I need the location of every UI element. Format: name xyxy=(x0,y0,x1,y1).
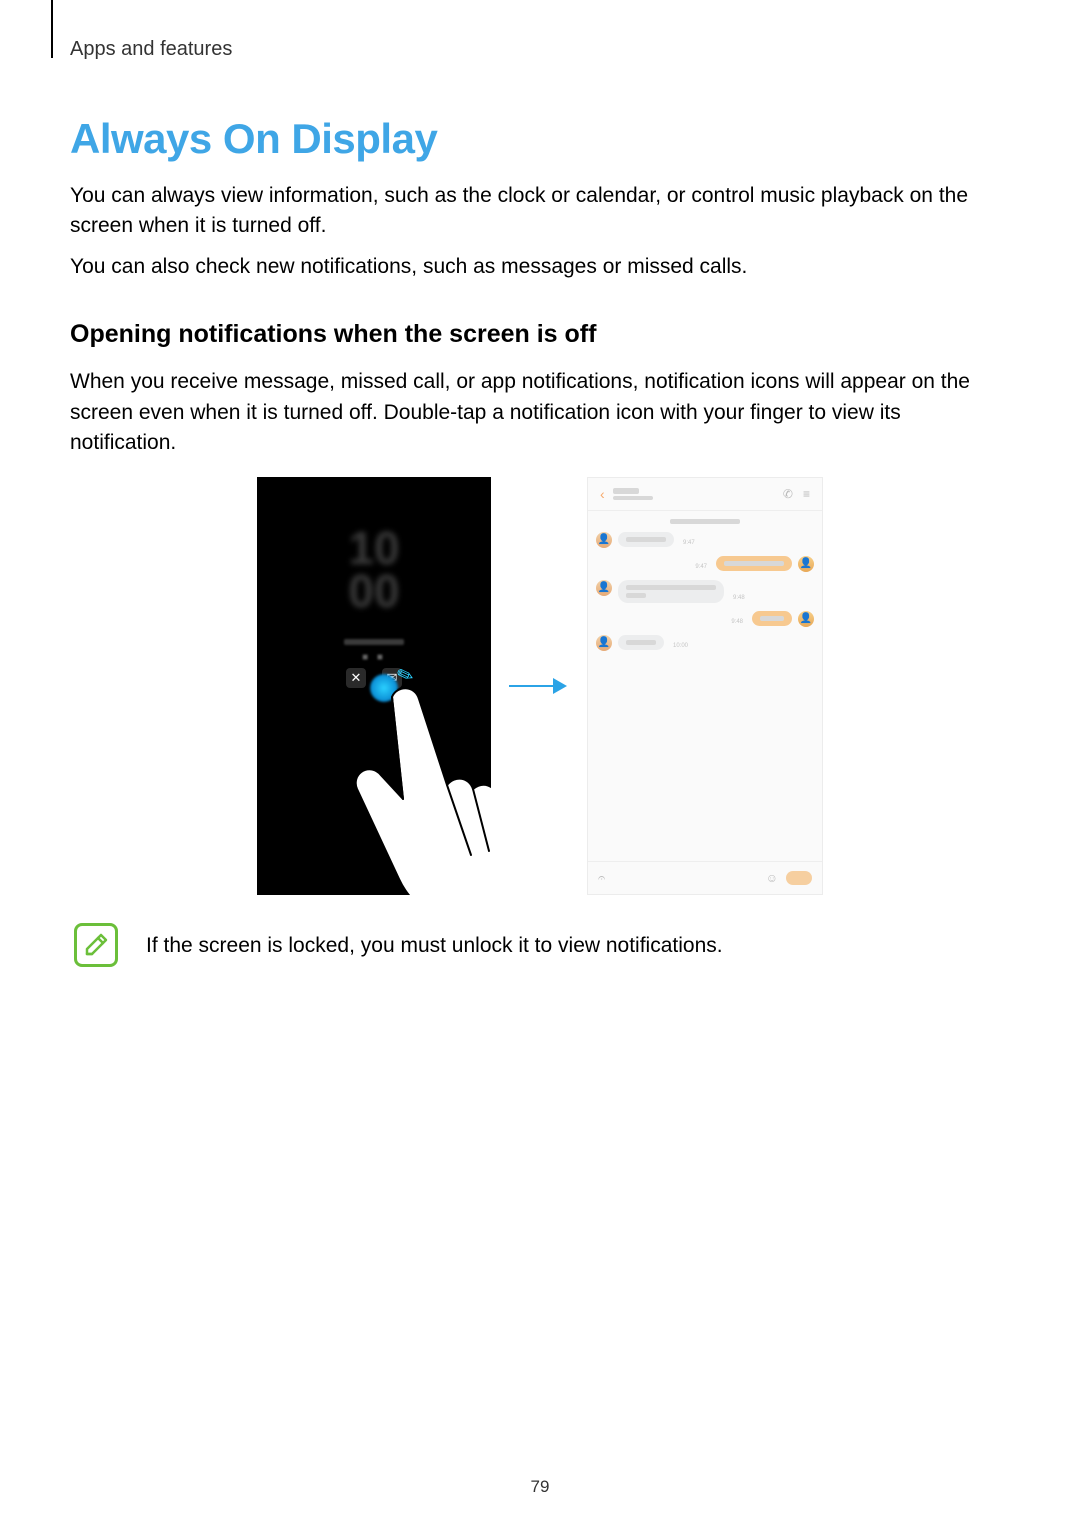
avatar: 👤 xyxy=(798,611,814,627)
avatar: 👤 xyxy=(798,556,814,572)
note-icon xyxy=(74,923,118,967)
message-bubble xyxy=(618,635,664,650)
note-callout: If the screen is locked, you must unlock… xyxy=(74,923,1010,967)
message-bubble xyxy=(618,580,724,603)
avatar: 👤 xyxy=(596,580,612,596)
side-rule xyxy=(51,0,53,58)
aod-clock: 10 00 xyxy=(348,527,399,614)
attach-icon[interactable]: 𝄐 xyxy=(598,870,605,886)
intro-paragraph-1: You can always view information, such as… xyxy=(70,181,1010,242)
message-row-in: 👤 9:47 xyxy=(596,532,814,548)
conversation-body: 👤 9:47 9:47 👤 👤 9:48 xyxy=(588,532,822,651)
timestamp: 10:00 xyxy=(670,643,691,651)
menu-icon[interactable]: ≡ xyxy=(803,487,810,501)
messages-header: ‹ ✆ ≡ xyxy=(588,478,822,511)
message-row-in: 👤 10:00 xyxy=(596,635,814,651)
avatar: 👤 xyxy=(596,635,612,651)
avatar: 👤 xyxy=(596,532,612,548)
timestamp: 9:48 xyxy=(730,595,748,603)
page-number: 79 xyxy=(531,1477,550,1497)
messages-screen: ‹ ✆ ≡ 👤 9:4 xyxy=(587,477,823,895)
message-row-in: 👤 9:48 xyxy=(596,580,814,603)
back-icon[interactable]: ‹ xyxy=(600,486,605,502)
aod-minute: 00 xyxy=(348,570,399,614)
section-header: Apps and features xyxy=(70,38,232,61)
instruction-paragraph: When you receive message, missed call, o… xyxy=(70,367,1010,458)
aod-indicators: ■ ■ xyxy=(362,652,386,663)
page-title: Always On Display xyxy=(70,115,1010,163)
message-row-out: 9:48 👤 xyxy=(596,611,814,627)
send-button[interactable] xyxy=(786,871,812,885)
call-icon[interactable]: ✆ xyxy=(783,487,793,501)
message-input-bar: 𝄐 ☺ xyxy=(588,861,822,894)
hand-illustration xyxy=(337,667,491,895)
message-row-out: 9:47 👤 xyxy=(596,556,814,572)
aod-screen: 10 00 ■ ■ ✕ ✉ ✎ xyxy=(257,477,491,895)
message-bubble xyxy=(716,556,792,571)
message-bubble xyxy=(752,611,792,626)
timestamp: 9:48 xyxy=(728,619,746,627)
timestamp: 9:47 xyxy=(680,540,698,548)
message-bubble xyxy=(618,532,674,547)
emoji-icon[interactable]: ☺ xyxy=(766,871,778,885)
contact-name xyxy=(613,488,653,500)
conversation-date xyxy=(588,511,822,532)
aod-hour: 10 xyxy=(348,527,399,571)
aod-date xyxy=(344,637,404,648)
timestamp: 9:47 xyxy=(692,564,710,572)
subheading: Opening notifications when the screen is… xyxy=(70,320,1010,349)
arrow-icon xyxy=(509,676,569,696)
figure-row: 10 00 ■ ■ ✕ ✉ ✎ xyxy=(70,477,1010,895)
intro-paragraph-2: You can also check new notifications, su… xyxy=(70,252,1010,282)
note-text: If the screen is locked, you must unlock… xyxy=(146,923,723,961)
